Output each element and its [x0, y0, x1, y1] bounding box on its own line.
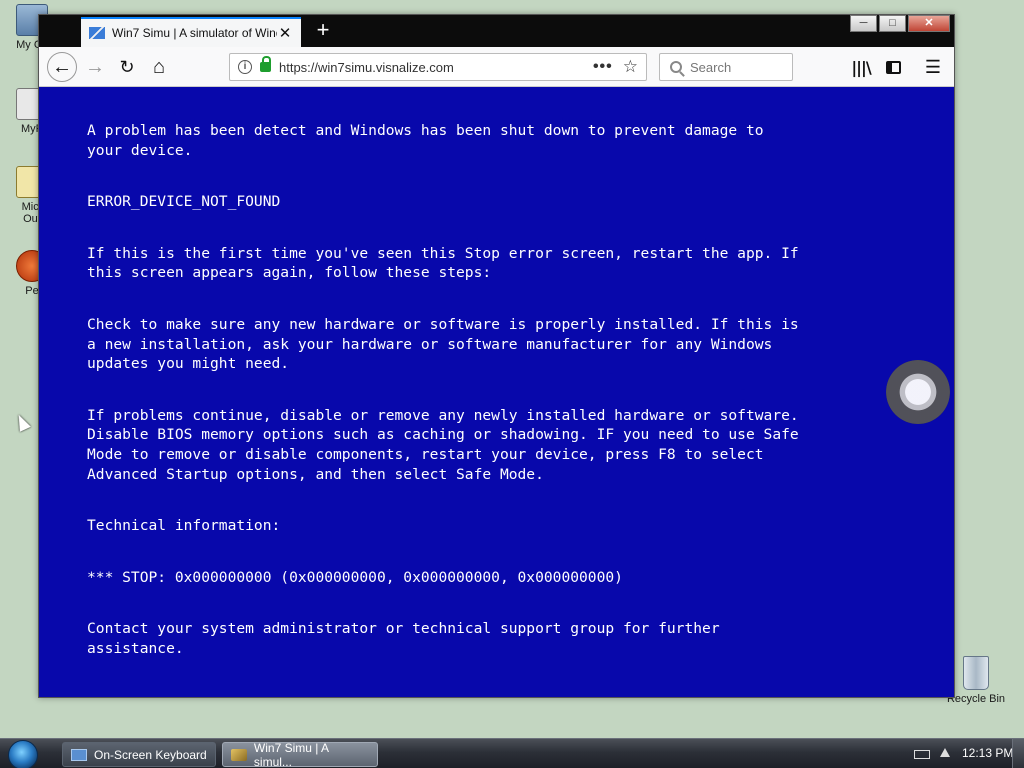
start-button[interactable]: [8, 740, 38, 768]
bsod-stop-code: *** STOP: 0x000000000 (0x000000000, 0x00…: [87, 568, 623, 586]
back-button[interactable]: ←: [47, 52, 77, 82]
blue-screen-content: A problem has been detect and Windows ha…: [39, 87, 954, 697]
desktop-icon-label: Recycle Bin: [946, 693, 1006, 705]
taskbar-item-label: Win7 Simu | A simul...: [253, 740, 329, 768]
bsod-contact-text: Contact your system administrator or tec…: [87, 620, 720, 657]
maximize-button[interactable]: □: [879, 15, 906, 32]
tray-keyboard-icon[interactable]: [914, 750, 930, 759]
bsod-intro-text: A problem has been detect and Windows ha…: [87, 122, 764, 159]
bsod-technical-info-heading: Technical information:: [87, 517, 281, 535]
tab-win7simu[interactable]: Win7 Simu | A simulator of Windows ✕: [81, 17, 301, 47]
taskbar: On-Screen Keyboard Win7 Simu | A simul..…: [0, 738, 1024, 768]
new-tab-button[interactable]: +: [311, 19, 335, 43]
menu-button[interactable]: ☰: [919, 53, 947, 81]
taskbar-item-label: On-Screen Keyboard: [94, 747, 207, 762]
close-window-button[interactable]: ✕: [908, 15, 950, 32]
window-controls: ─ □ ✕: [848, 15, 950, 32]
touch-indicator-icon: [886, 360, 950, 424]
sidebar-icon: [885, 60, 901, 74]
address-bar[interactable]: i https://win7simu.visnalize.com ••• ☆: [229, 53, 647, 81]
bookmark-star-icon[interactable]: ☆: [623, 57, 638, 77]
browser-window: Win7 Simu | A simulator of Windows ✕ + ─…: [38, 14, 955, 698]
recycle-bin-icon: [963, 656, 989, 690]
bsod-error-code: ERROR_DEVICE_NOT_FOUND: [87, 193, 281, 211]
url-text[interactable]: https://win7simu.visnalize.com: [279, 60, 593, 75]
mouse-cursor-icon: [13, 412, 31, 432]
page-actions-icon[interactable]: •••: [593, 58, 613, 76]
search-icon: [670, 61, 682, 73]
site-info-icon[interactable]: i: [238, 60, 252, 74]
lock-icon: [260, 56, 271, 72]
bsod-first-time-text: If this is the first time you've seen th…: [87, 244, 799, 282]
tray-action-center-icon[interactable]: [940, 748, 950, 757]
tab-title: Win7 Simu | A simulator of Windows: [112, 26, 277, 40]
taskbar-clock[interactable]: 12:13 PM: [962, 746, 1013, 760]
close-tab-icon[interactable]: ✕: [277, 24, 293, 42]
sidebar-toggle-button[interactable]: [879, 53, 907, 81]
browser-icon: [231, 748, 247, 761]
bsod-problems-continue-text: If problems continue, disable or remove …: [87, 406, 799, 483]
search-placeholder: Search: [690, 59, 732, 75]
navigation-toolbar: ← → ↻ ⌂ i https://win7simu.visnalize.com…: [39, 47, 954, 87]
show-desktop-button[interactable]: [1012, 739, 1024, 768]
bsod-check-hardware-text: Check to make sure any new hardware or s…: [87, 315, 799, 373]
forward-button[interactable]: →: [81, 53, 109, 81]
keyboard-icon: [71, 748, 87, 761]
reload-button[interactable]: ↻: [113, 53, 141, 81]
home-button[interactable]: ⌂: [145, 53, 173, 81]
taskbar-item-on-screen-keyboard[interactable]: On-Screen Keyboard: [62, 742, 216, 767]
browser-titlebar: Win7 Simu | A simulator of Windows ✕ + ─…: [39, 15, 954, 47]
minimize-button[interactable]: ─: [850, 15, 877, 32]
desktop-icon-label: Pe: [25, 285, 39, 297]
search-input[interactable]: Search: [659, 53, 793, 81]
library-button[interactable]: |||\: [847, 53, 875, 81]
taskbar-item-browser[interactable]: Win7 Simu | A simul...: [222, 740, 378, 768]
win7simu-favicon-icon: [89, 27, 105, 39]
